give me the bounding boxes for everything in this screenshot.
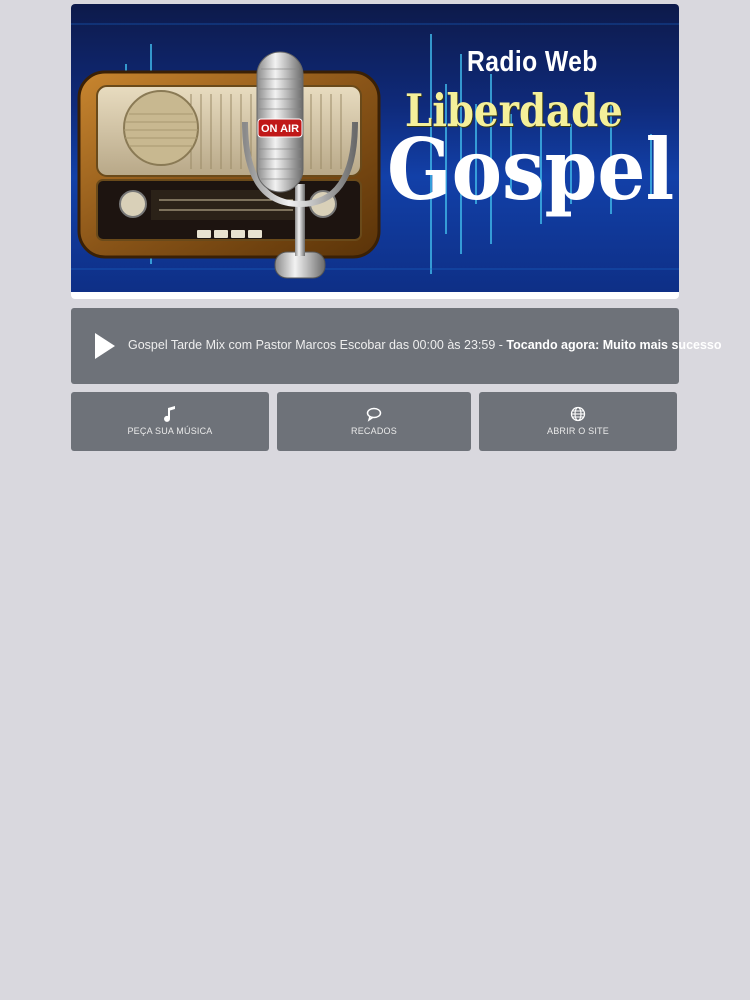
request-song-label: PEÇA SUA MÚSICA [127,426,213,436]
request-song-button[interactable]: PEÇA SUA MÚSICA [71,392,269,451]
play-button[interactable] [93,332,117,360]
audio-player: Gospel Tarde Mix com Pastor Marcos Escob… [71,308,722,384]
banner-gospel: Gospel [387,120,675,219]
on-air-label: ON AIR [261,123,299,135]
messages-button[interactable]: RECADOS [277,392,471,451]
now-playing-info: Gospel Tarde Mix com Pastor Marcos Escob… [128,338,722,352]
music-note-icon [164,406,175,422]
globe-icon [570,406,586,422]
play-icon [95,333,115,359]
app-container: ON AIR Radio Web Liberdade Gospel Gospel… [71,4,722,451]
open-site-label: ABRIR O SITE [547,426,609,436]
open-site-button[interactable]: ABRIR O SITE [479,392,677,451]
station-banner: ON AIR Radio Web Liberdade Gospel [71,4,679,299]
banner-radio-web: Radio Web [467,46,598,78]
program-schedule: Gospel Tarde Mix com Pastor Marcos Escob… [128,338,507,352]
messages-label: RECADOS [351,426,397,436]
banner-title: Radio Web Liberdade Gospel [379,4,679,292]
speech-bubble-icon [366,407,382,422]
now-playing-track: Tocando agora: Muito mais sucesso [506,338,722,352]
